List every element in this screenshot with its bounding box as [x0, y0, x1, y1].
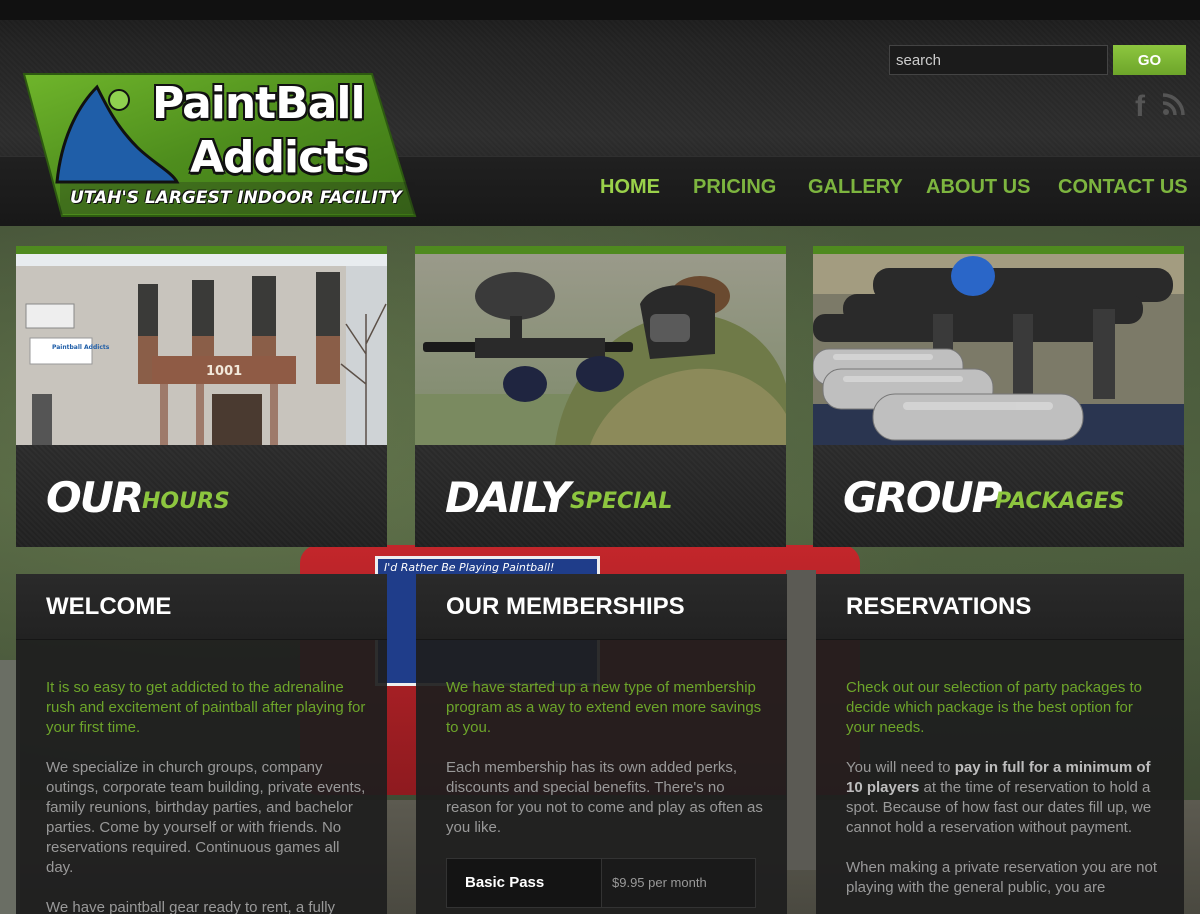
reservations-paragraph: When making a private reservation you ar…: [846, 859, 1157, 896]
search-input[interactable]: [889, 45, 1108, 75]
facebook-icon[interactable]: f: [1135, 92, 1145, 122]
background-sign-text: I'd Rather Be Playing Paintball!: [384, 561, 555, 574]
reservations-paragraph: You will need to pay in full for a minim…: [846, 758, 1166, 838]
feature-caption: DAILY SPECIAL: [415, 445, 786, 547]
building-sign-text: Paintball Addicts: [52, 344, 110, 351]
memberships-column: OUR MEMBERSHIPS We have started up a new…: [416, 574, 787, 914]
feature-subtitle-packages: PACKAGES: [995, 489, 1125, 514]
site-header: PaintBall Addicts UTAH'S LARGEST INDOOR …: [0, 0, 1200, 226]
main-nav: HOME PRICING GALLERY ABOUT US CONTACT US: [0, 176, 1200, 206]
feature-subtitle-special: SPECIAL: [570, 489, 673, 514]
welcome-paragraph: We have paintball gear ready to rent, a …: [46, 899, 336, 914]
column-body: Check out our selection of party package…: [846, 678, 1166, 914]
nav-home[interactable]: HOME: [600, 176, 660, 199]
player-photo: [415, 254, 786, 445]
pass-price: $9.95 per month: [602, 859, 755, 907]
nav-gallery[interactable]: GALLERY: [808, 176, 903, 199]
column-body: We have started up a new type of members…: [446, 678, 766, 908]
column-header: RESERVATIONS: [816, 574, 1184, 640]
search-go-button[interactable]: GO: [1113, 45, 1186, 75]
column-body: It is so easy to get addicted to the adr…: [46, 678, 366, 914]
header-top-bar: [0, 0, 1200, 20]
building-photo: 1001 Paintball Addicts: [16, 254, 387, 445]
nav-about-us[interactable]: ABOUT US: [926, 176, 1030, 199]
nav-contact-us[interactable]: CONTACT US: [1058, 176, 1188, 199]
feature-title-group: GROUP: [843, 473, 1002, 522]
feature-card-hours[interactable]: 1001 Paintball Addicts OUR HOURS: [16, 246, 387, 547]
feature-title-daily: DAILY: [445, 473, 571, 522]
welcome-title: WELCOME: [46, 593, 172, 620]
membership-table: Basic Pass $9.95 per month: [446, 858, 756, 908]
welcome-paragraph: We specialize in church groups, company …: [46, 759, 366, 876]
background-panel: [786, 570, 816, 870]
logo-title-line1: PaintBall: [152, 78, 366, 129]
column-header: WELCOME: [16, 574, 387, 640]
feature-card-daily-special[interactable]: DAILY SPECIAL: [415, 246, 786, 547]
feature-card-group-packages[interactable]: GROUP PACKAGES: [813, 246, 1184, 547]
feature-subtitle-hours: HOURS: [142, 489, 230, 514]
welcome-column: WELCOME It is so easy to get addicted to…: [16, 574, 387, 914]
reservations-intro: Check out our selection of party package…: [846, 679, 1143, 736]
memberships-intro: We have started up a new type of members…: [446, 679, 762, 736]
rss-icon[interactable]: [1162, 92, 1188, 122]
markers-photo: [813, 254, 1184, 445]
building-number: 1001: [206, 364, 242, 379]
pass-name: Basic Pass: [447, 859, 602, 907]
feature-caption: OUR HOURS: [16, 445, 387, 547]
nav-pricing[interactable]: PRICING: [693, 176, 776, 199]
reservations-title: RESERVATIONS: [846, 593, 1032, 620]
welcome-intro: It is so easy to get addicted to the adr…: [46, 679, 366, 736]
feature-title-our: OUR: [46, 473, 144, 522]
reservations-text: You will need to: [846, 759, 955, 776]
memberships-title: OUR MEMBERSHIPS: [446, 593, 685, 620]
table-row[interactable]: Basic Pass $9.95 per month: [447, 859, 755, 907]
column-header: OUR MEMBERSHIPS: [416, 574, 787, 640]
memberships-paragraph: Each membership has its own added perks,…: [446, 759, 763, 836]
reservations-column: RESERVATIONS Check out our selection of …: [816, 574, 1184, 914]
feature-caption: GROUP PACKAGES: [813, 445, 1184, 547]
